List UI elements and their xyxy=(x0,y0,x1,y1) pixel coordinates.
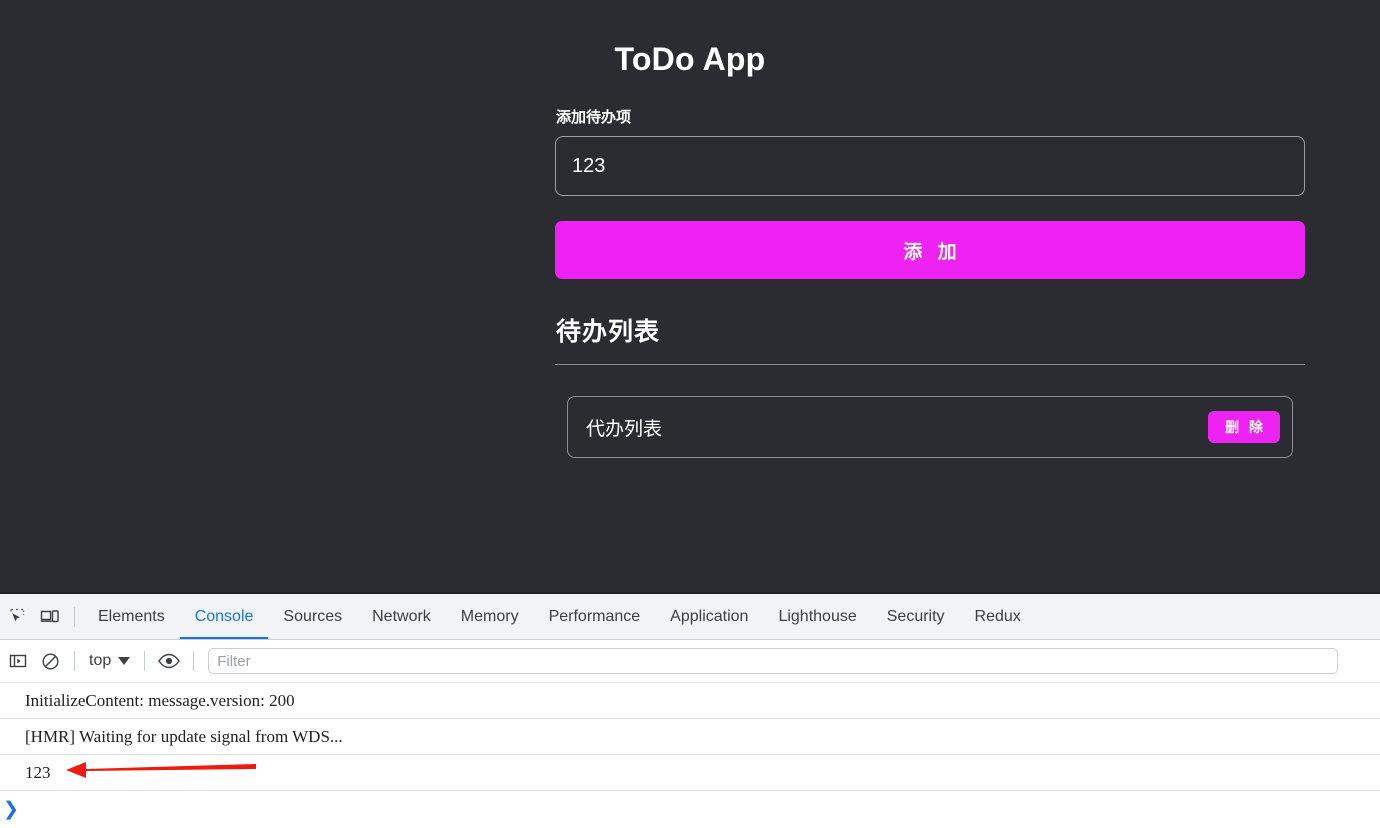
toolbar-divider-4 xyxy=(193,651,195,671)
clear-console-icon[interactable] xyxy=(34,645,66,677)
add-todo-button[interactable]: 添 加 xyxy=(555,221,1305,279)
todo-list-item[interactable]: 代办列表 删 除 xyxy=(567,396,1293,458)
toolbar-divider-2 xyxy=(74,651,75,671)
console-output: InitializeContent: message.version: 200 … xyxy=(0,683,1380,828)
inspect-element-icon[interactable] xyxy=(2,601,34,633)
tab-sources[interactable]: Sources xyxy=(268,594,357,639)
add-todo-label: 添加待办项 xyxy=(556,109,632,126)
todo-list-heading: 待办列表 xyxy=(556,318,661,346)
devtools-panel: Elements Console Sources Network Memory … xyxy=(0,592,1380,828)
tab-elements[interactable]: Elements xyxy=(83,594,180,639)
console-filter-input[interactable] xyxy=(208,648,1339,674)
tab-redux[interactable]: Redux xyxy=(960,594,1036,639)
tab-application[interactable]: Application xyxy=(655,594,763,639)
app-viewport: ToDo App 添加待办项 添 加 待办列表 代办列表 删 除 xyxy=(0,0,1380,592)
todo-list: 代办列表 删 除 xyxy=(555,396,1305,458)
toolbar-divider xyxy=(74,606,75,627)
console-toolbar: top xyxy=(0,640,1380,683)
todo-item-text: 代办列表 xyxy=(586,418,663,440)
live-expression-eye-icon[interactable] xyxy=(153,645,185,677)
page-title: ToDo App xyxy=(614,41,766,77)
devtools-tabbar: Elements Console Sources Network Memory … xyxy=(0,594,1380,640)
chevron-down-icon xyxy=(118,657,131,665)
toolbar-divider-3 xyxy=(144,651,146,671)
tab-performance[interactable]: Performance xyxy=(534,594,656,639)
tab-network[interactable]: Network xyxy=(357,594,446,639)
todo-form: 添加待办项 添 加 待办列表 代办列表 删 除 xyxy=(555,108,1305,458)
heading-divider xyxy=(555,364,1305,365)
console-context-select[interactable]: top xyxy=(83,652,136,670)
tab-lighthouse[interactable]: Lighthouse xyxy=(763,594,871,639)
console-context-value: top xyxy=(89,652,112,669)
device-toolbar-icon[interactable] xyxy=(34,601,66,633)
prompt-chevron-icon: ❯ xyxy=(3,798,19,820)
console-message[interactable]: 123 xyxy=(0,755,1380,791)
add-todo-input[interactable] xyxy=(555,136,1305,196)
console-sidebar-icon[interactable] xyxy=(2,645,34,677)
console-message[interactable]: [HMR] Waiting for update signal from WDS… xyxy=(0,719,1380,755)
tab-memory[interactable]: Memory xyxy=(446,594,534,639)
tab-console[interactable]: Console xyxy=(179,594,269,639)
delete-todo-button[interactable]: 删 除 xyxy=(1208,411,1280,443)
tab-security[interactable]: Security xyxy=(872,594,960,639)
console-message[interactable]: InitializeContent: message.version: 200 xyxy=(0,683,1380,719)
console-prompt[interactable]: ❯ xyxy=(0,791,1380,827)
